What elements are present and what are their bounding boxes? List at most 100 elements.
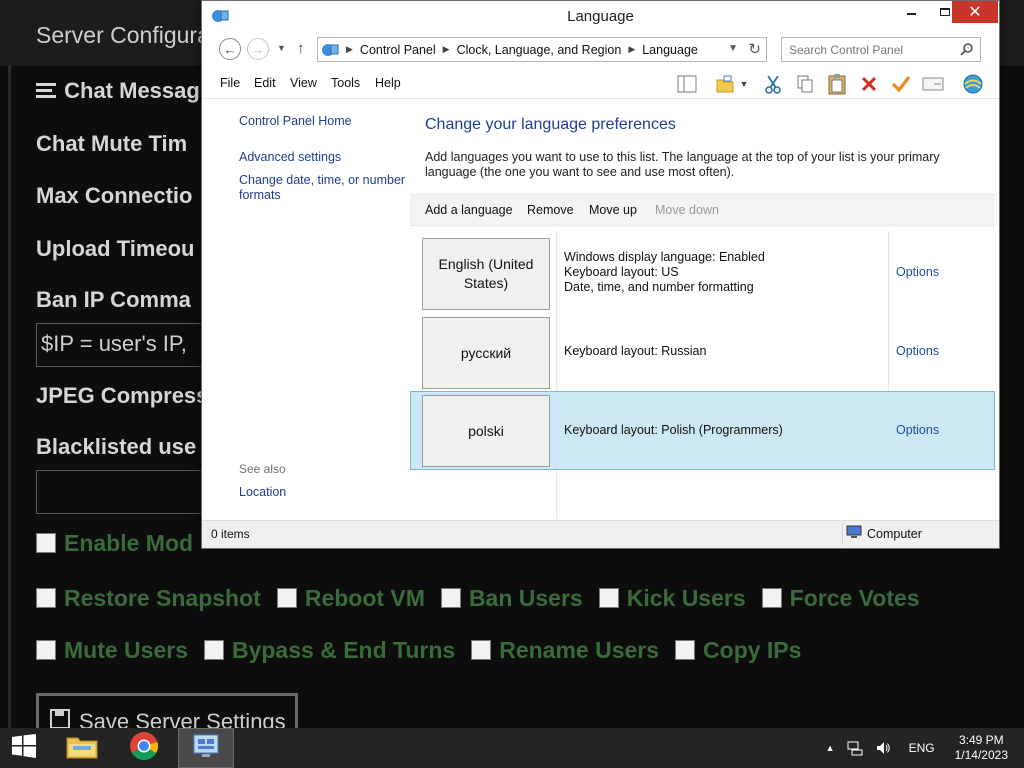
control-panel-icon	[321, 42, 339, 58]
mute-users-checkbox[interactable]: Mute Users	[36, 637, 188, 664]
window-titlebar[interactable]: Language ✕	[202, 1, 999, 32]
close-button[interactable]: ✕	[952, 1, 998, 23]
cut-icon[interactable]	[762, 73, 784, 95]
checkbox[interactable]	[203, 640, 224, 660]
language-row-english[interactable]: English (United States) Windows display …	[410, 233, 995, 312]
checkbox[interactable]	[440, 588, 461, 608]
minimize-icon	[906, 13, 916, 15]
max-connections-label: Max Connectio	[36, 183, 193, 208]
kick-users-checkbox[interactable]: Kick Users	[598, 585, 746, 612]
start-button[interactable]	[0, 728, 48, 768]
add-language-button[interactable]: Add a language	[425, 203, 513, 217]
input-language-indicator[interactable]: ENG	[909, 741, 935, 755]
checkbox[interactable]	[471, 640, 492, 660]
status-divider	[842, 523, 843, 545]
remove-button[interactable]: Remove	[527, 203, 574, 217]
breadcrumb-separator-icon[interactable]: ▶	[628, 44, 635, 55]
show-hidden-icons-chevron-icon[interactable]: ▲	[826, 743, 835, 753]
network-icon[interactable]	[847, 740, 863, 756]
checkbox[interactable]	[598, 588, 619, 608]
checkbox[interactable]	[761, 588, 782, 608]
breadcrumb-clock-language-region[interactable]: Clock, Language, and Region	[457, 43, 622, 57]
rename-users-checkbox[interactable]: Rename Users	[471, 637, 659, 664]
menu-edit[interactable]: Edit	[254, 76, 276, 90]
upload-timeout-label: Upload Timeou	[36, 236, 195, 261]
minimize-button[interactable]	[894, 1, 928, 23]
jpeg-compression-label: JPEG Compress	[36, 383, 209, 408]
checkbox[interactable]	[36, 640, 56, 660]
refresh-icon[interactable]: ↻	[748, 40, 761, 58]
checkbox[interactable]	[36, 533, 56, 553]
navigation-bar: ← → ▼ ↑ ▶ Control Panel ▶ Clock, Languag…	[202, 34, 999, 66]
command-bar: Add a language Remove Move up Move down	[410, 194, 995, 226]
search-icon[interactable]	[960, 42, 974, 59]
options-link[interactable]: Options	[896, 344, 939, 358]
computer-label: Computer	[867, 526, 922, 541]
recent-locations-chevron-icon[interactable]: ▼	[277, 43, 286, 53]
location-link[interactable]: Location	[239, 485, 286, 499]
main-pane: Change your language preferences Add lan…	[410, 99, 995, 519]
checkbox[interactable]	[36, 588, 56, 608]
folder-options-icon[interactable]	[714, 73, 736, 95]
language-row-polish[interactable]: polski Keyboard layout: Polish (Programm…	[410, 391, 995, 470]
force-votes-checkbox[interactable]: Force Votes	[761, 585, 920, 612]
options-link[interactable]: Options	[896, 265, 939, 279]
blacklisted-users-label: Blacklisted use	[36, 434, 197, 459]
language-list: English (United States) Windows display …	[410, 231, 995, 519]
globe-icon[interactable]	[962, 73, 984, 95]
taskbar: ▲ ENG 3:49 PM 1/14/2023	[0, 728, 1024, 768]
paste-icon[interactable]	[826, 73, 848, 95]
menu-help[interactable]: Help	[375, 76, 401, 90]
up-button[interactable]: ↑	[297, 40, 305, 57]
checkmark-icon[interactable]	[890, 73, 912, 95]
properties-icon[interactable]	[922, 73, 944, 95]
close-icon: ✕	[968, 4, 982, 21]
checkbox[interactable]	[675, 640, 696, 660]
address-dropdown-icon[interactable]: ▼	[728, 43, 738, 54]
chrome-taskbar-button[interactable]	[120, 728, 168, 768]
breadcrumb-language[interactable]: Language	[642, 43, 698, 57]
back-button[interactable]: ←	[219, 38, 241, 60]
control-panel-home-link[interactable]: Control Panel Home	[239, 114, 352, 129]
breadcrumb-control-panel[interactable]: Control Panel	[360, 43, 436, 57]
ban-users-checkbox[interactable]: Ban Users	[440, 585, 583, 612]
content-area: Control Panel Home Advanced settings Cha…	[208, 99, 995, 519]
search-placeholder: Search Control Panel	[789, 43, 904, 57]
clock-time: 3:49 PM	[958, 733, 1004, 747]
breadcrumb-separator-icon[interactable]: ▶	[443, 44, 450, 55]
advanced-settings-link[interactable]: Advanced settings	[239, 150, 341, 165]
delete-icon[interactable]	[858, 73, 880, 95]
reboot-vm-checkbox[interactable]: Reboot VM	[276, 585, 425, 612]
zone-indicator: Computer	[846, 525, 922, 542]
language-tile[interactable]: polski	[422, 395, 550, 467]
file-explorer-taskbar-button[interactable]	[58, 728, 106, 768]
copy-ips-checkbox[interactable]: Copy IPs	[675, 637, 801, 664]
menu-view[interactable]: View	[290, 76, 317, 90]
copy-icon[interactable]	[794, 73, 816, 95]
enable-mod-checkbox[interactable]: Enable Mod	[36, 530, 193, 557]
forward-button[interactable]: →	[247, 38, 269, 60]
item-count: 0 items	[211, 527, 250, 541]
breadcrumb-separator-icon: ▶	[346, 44, 353, 54]
menu-tools[interactable]: Tools	[331, 76, 360, 90]
clock[interactable]: 3:49 PM 1/14/2023	[955, 733, 1008, 763]
checkbox[interactable]	[276, 588, 297, 608]
language-row-russian[interactable]: русский Keyboard layout: Russian Options	[410, 312, 995, 391]
control-panel-taskbar-button[interactable]	[178, 728, 234, 768]
change-date-time-link[interactable]: Change date, time, or number formats	[239, 173, 407, 203]
chrome-icon	[129, 731, 159, 766]
move-down-button[interactable]: Move down	[655, 203, 719, 217]
options-link[interactable]: Options	[896, 423, 939, 437]
layout-pane-icon[interactable]	[676, 73, 698, 95]
language-tile[interactable]: English (United States)	[422, 238, 550, 310]
menu-file[interactable]: File	[220, 76, 240, 90]
dropdown-chevron-icon[interactable]: ▼	[738, 73, 750, 95]
restore-snapshot-checkbox[interactable]: Restore Snapshot	[36, 585, 261, 612]
search-box[interactable]: Search Control Panel	[781, 37, 981, 62]
volume-icon[interactable]	[875, 740, 891, 756]
move-up-button[interactable]: Move up	[589, 203, 637, 217]
address-bar[interactable]: ▶ Control Panel ▶ Clock, Language, and R…	[317, 37, 767, 62]
checkbox-row-1: Enable Mod	[36, 528, 205, 558]
language-tile[interactable]: русский	[422, 317, 550, 389]
bypass-end-turns-checkbox[interactable]: Bypass & End Turns	[203, 637, 455, 664]
